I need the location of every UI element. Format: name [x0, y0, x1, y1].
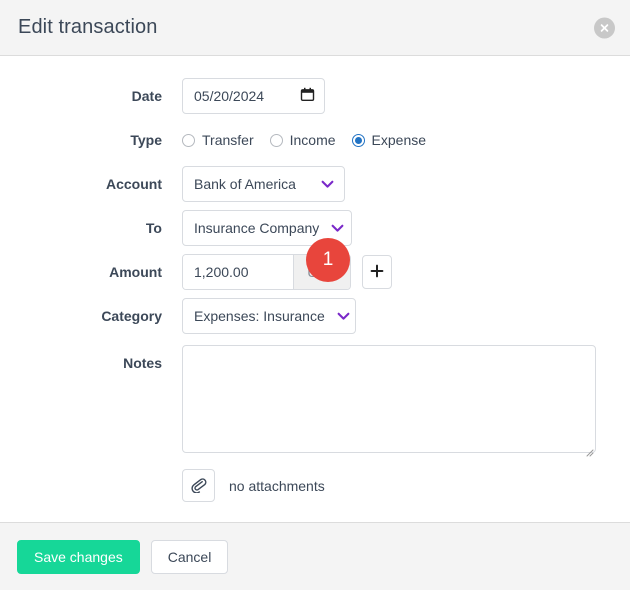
type-radio-group: Transfer Income Expense: [182, 122, 426, 158]
account-value: Bank of America: [194, 176, 296, 192]
calendar-icon[interactable]: [300, 87, 315, 105]
radio-transfer-label: Transfer: [202, 132, 254, 148]
page-title: Edit transaction: [18, 16, 158, 38]
form-row-notes: Notes: [0, 345, 630, 457]
category-value: Expenses: Insurance: [194, 308, 325, 324]
form-row-category: Category Expenses: Insurance: [0, 298, 630, 334]
account-select[interactable]: Bank of America: [182, 166, 345, 202]
to-value: Insurance Company: [194, 220, 320, 236]
to-label: To: [145, 220, 162, 236]
date-value: 05/20/2024: [194, 88, 265, 104]
date-input[interactable]: 05/20/2024: [182, 78, 325, 114]
chevron-down-icon: [331, 220, 344, 236]
form-row-date: Date 05/20/2024: [0, 78, 630, 114]
dialog-body: Date 05/20/2024 Type Transfer Income Exp…: [0, 56, 630, 522]
form-row-amount: Amount 1,200.00 USD 1: [0, 238, 630, 290]
chevron-down-icon: [321, 176, 334, 192]
radio-circle-icon: [269, 133, 283, 147]
account-label: Account: [106, 176, 162, 192]
notes-input[interactable]: [182, 345, 596, 453]
close-button[interactable]: [594, 17, 615, 38]
save-changes-button[interactable]: Save changes: [17, 539, 140, 574]
amount-label: Amount: [109, 264, 162, 280]
type-label: Type: [130, 132, 162, 148]
category-select[interactable]: Expenses: Insurance: [182, 298, 356, 334]
date-label: Date: [131, 88, 162, 104]
step-badge: 1: [306, 238, 350, 282]
category-label: Category: [101, 308, 162, 324]
attachments-status: no attachments: [229, 477, 325, 494]
radio-income-label: Income: [289, 132, 336, 148]
close-icon: [599, 22, 610, 33]
form-row-type: Type Transfer Income Expense: [0, 122, 630, 158]
radio-circle-icon: [182, 133, 195, 147]
radio-income[interactable]: Income: [269, 132, 336, 148]
radio-circle-selected-icon: [351, 133, 365, 147]
radio-transfer[interactable]: Transfer: [182, 132, 254, 148]
paperclip-icon: [190, 476, 207, 496]
chevron-down-icon: [337, 308, 350, 324]
radio-expense[interactable]: Expense: [351, 132, 427, 148]
radio-expense-label: Expense: [371, 132, 427, 148]
attachment-button[interactable]: [182, 469, 215, 502]
edit-transaction-dialog: Edit transaction Date 05/20/2024 Type Tr…: [0, 0, 630, 590]
cancel-button[interactable]: Cancel: [150, 539, 229, 574]
form-row-attachments: no attachments: [0, 469, 630, 502]
form-row-account: Account Bank of America: [0, 166, 630, 202]
dialog-footer: Save changes Cancel: [0, 522, 630, 590]
plus-icon: [370, 264, 384, 281]
notes-label: Notes: [123, 355, 162, 371]
dialog-header: Edit transaction: [0, 0, 630, 56]
amount-input[interactable]: 1,200.00: [183, 255, 293, 289]
add-amount-button[interactable]: [362, 255, 392, 289]
